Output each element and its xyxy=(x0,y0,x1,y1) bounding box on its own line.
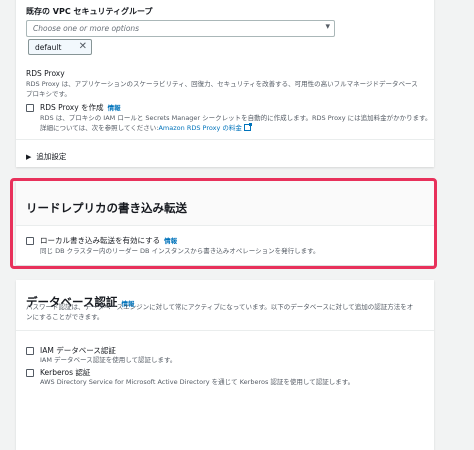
database-auth-card: データベース認証 情報 パスワード認証は、データベースエンジンに対して常にアクティ… xyxy=(16,280,434,450)
replica-write-forwarding-card: リードレプリカの書き込み転送 ローカル書き込み転送を有効にする 情報 同じ DB … xyxy=(16,181,434,265)
iam-auth-desc: IAM データベース認証を使用して認証します。 xyxy=(40,356,177,364)
rds-proxy-checkbox-label-row: RDS Proxy を作成 情報 xyxy=(40,102,121,113)
rds-proxy-checkbox-label[interactable]: RDS Proxy を作成 xyxy=(40,103,104,112)
caret-right-icon: ▶ xyxy=(26,153,32,161)
rds-proxy-title: RDS Proxy xyxy=(26,69,65,78)
auth-desc-2: ンにすることができます。 xyxy=(26,313,104,321)
rds-proxy-checkbox[interactable] xyxy=(26,104,34,112)
divider xyxy=(16,330,434,331)
kerberos-auth-checkbox[interactable] xyxy=(26,369,34,377)
divider xyxy=(16,139,434,140)
vpc-sg-placeholder: Choose one or more options xyxy=(33,24,140,33)
rds-proxy-sub-2-row: 詳細については、次を参照してください:Amazon RDS Proxy の料金 xyxy=(40,123,252,134)
iam-auth-checkbox[interactable] xyxy=(26,347,34,355)
write-forwarding-info-link[interactable]: 情報 xyxy=(164,237,177,245)
rds-proxy-pricing-link[interactable]: Amazon RDS Proxy の料金 xyxy=(158,124,241,132)
additional-settings-label: 追加設定 xyxy=(36,152,67,161)
write-forwarding-label-row: ローカル書き込み転送を有効にする 情報 xyxy=(40,235,177,246)
vpc-sg-label: 既存の VPC セキュリティグループ xyxy=(26,7,153,16)
external-link-icon xyxy=(243,123,252,131)
vpc-sg-token: default ✕ xyxy=(28,39,92,55)
rds-proxy-info-link[interactable]: 情報 xyxy=(108,104,121,112)
remove-token-icon[interactable]: ✕ xyxy=(79,41,87,52)
rds-proxy-desc-1: RDS Proxy は、アプリケーションのスケーラビリティ、回復力、セキュリティ… xyxy=(26,80,418,88)
token-label: default xyxy=(35,43,62,52)
additional-settings-toggle[interactable]: ▶ 追加設定 xyxy=(26,151,66,162)
caret-down-icon: ▾ xyxy=(325,22,330,32)
rds-proxy-desc-2: プロキシです。 xyxy=(26,90,71,98)
kerberos-auth-desc: AWS Directory Service for Microsoft Acti… xyxy=(40,378,355,386)
replica-title: リードレプリカの書き込み転送 xyxy=(26,201,187,215)
rds-proxy-sub-2-prefix: 詳細については、次を参照してください: xyxy=(40,124,159,132)
write-forwarding-desc: 同じ DB クラスター内のリーダー DB インスタンスから書き込みオペレーション… xyxy=(40,247,320,255)
write-forwarding-checkbox[interactable] xyxy=(26,237,34,245)
vpc-sg-select[interactable]: Choose one or more options ▾ xyxy=(26,20,335,37)
write-forwarding-label[interactable]: ローカル書き込み転送を有効にする xyxy=(40,236,160,245)
replica-header: リードレプリカの書き込み転送 xyxy=(16,181,434,226)
connectivity-card: 既存の VPC セキュリティグループ Choose one or more op… xyxy=(16,0,434,167)
